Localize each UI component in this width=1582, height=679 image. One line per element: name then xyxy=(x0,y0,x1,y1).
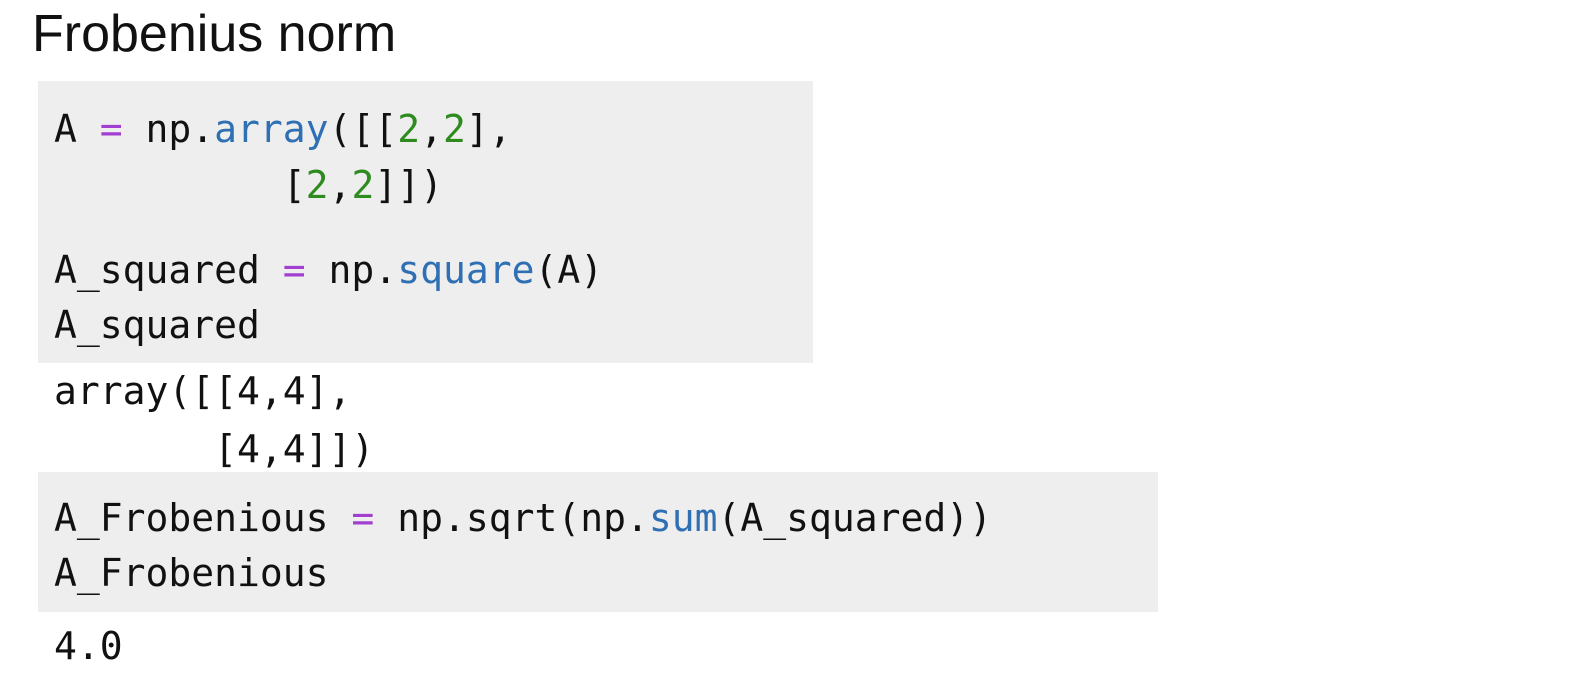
code-token-punct: [ xyxy=(282,163,306,207)
code-token-punct: , xyxy=(328,163,352,207)
code-token-function: square xyxy=(397,248,535,292)
code-line: A_squared xyxy=(54,303,260,347)
code-token-module: np.sqrt(np. xyxy=(397,496,649,540)
code-token-number: 2 xyxy=(305,163,329,207)
code-token-variable: A xyxy=(54,107,77,151)
output-line: array([[4,4], xyxy=(54,369,352,413)
output-line: [4,4]]) xyxy=(54,427,375,471)
code-token-variable: A_Frobenious xyxy=(54,496,329,540)
code-token-function: sum xyxy=(648,496,718,540)
code-token-punct: , xyxy=(420,107,443,151)
code-token-punct: ]]) xyxy=(374,163,443,207)
code-line: A = np.array([[2,2], xyxy=(54,101,512,157)
code-token-number: 2 xyxy=(351,163,375,207)
code-token-operator: = xyxy=(259,248,329,292)
code-token-variable: A_squared xyxy=(54,248,260,292)
code-token-number: 2 xyxy=(442,107,466,151)
code-token-args: (A_squared)) xyxy=(717,496,993,540)
code-token-operator: = xyxy=(76,107,146,151)
output-line: 4.0 xyxy=(54,624,123,668)
code-token-function: array xyxy=(214,107,329,151)
code-line: A_Frobenious xyxy=(54,551,329,595)
code-line: A_squared = np.square(A) xyxy=(54,242,603,298)
code-token-indent xyxy=(54,163,283,207)
page-title: Frobenius norm xyxy=(32,5,397,63)
code-line: [2,2]]) xyxy=(54,157,443,213)
code-line: A_Frobenious = np.sqrt(np.sum(A_squared)… xyxy=(54,490,992,546)
code-token-punct: ], xyxy=(465,107,512,151)
code-token-number: 2 xyxy=(397,107,421,151)
code-token-operator: = xyxy=(328,496,398,540)
code-token-module: np. xyxy=(328,248,398,292)
code-token-args: (A) xyxy=(534,248,604,292)
code-token-punct: ([[ xyxy=(328,107,398,151)
code-token-module: np. xyxy=(145,107,215,151)
